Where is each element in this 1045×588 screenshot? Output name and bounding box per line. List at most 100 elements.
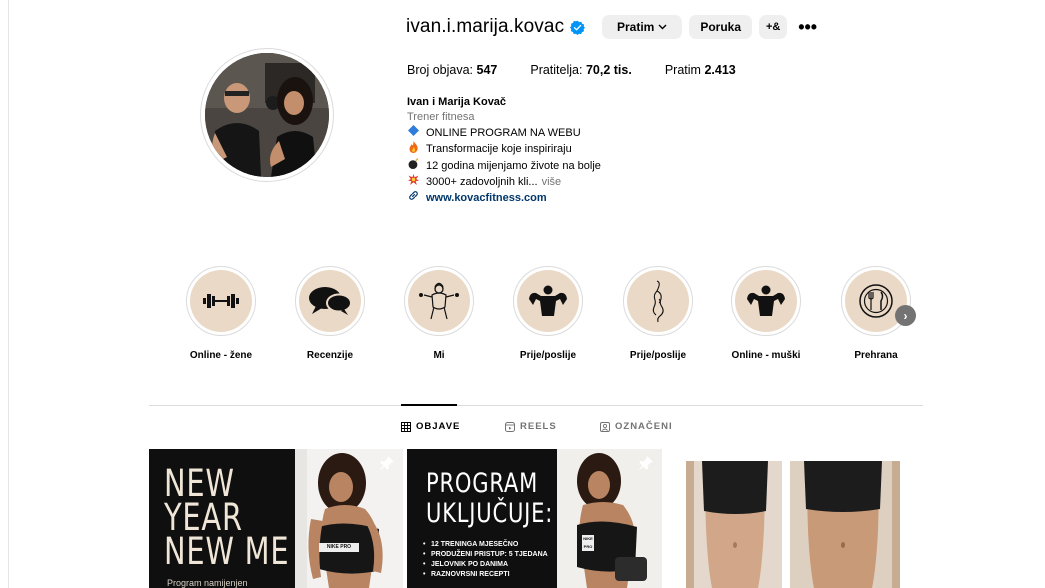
post-headline: PROGRAM UKLJUČUJE: xyxy=(426,469,553,529)
speech-bubbles-icon xyxy=(309,287,352,315)
muscle-torso-icon xyxy=(529,285,567,316)
post-thumbnail-program[interactable]: NIKE PRO PROGRAM UKLJUČUJE: 12 TRENINGA … xyxy=(407,449,662,588)
bomb-icon xyxy=(407,158,420,174)
highlight-cover xyxy=(190,270,252,332)
tab-reels-label: REELS xyxy=(520,421,557,432)
highlight-label: Online - muški xyxy=(731,350,801,361)
profile-category: Trener fitnesa xyxy=(407,111,475,123)
post-headline-line: PROGRAM xyxy=(426,468,539,499)
post-thumbnail-new-year[interactable]: NIKE PRO NEW YEAR NEW ME Program namijen… xyxy=(149,449,403,588)
highlight-cover xyxy=(299,270,361,332)
reels-icon xyxy=(505,421,515,432)
bio-line-text: Transformacije koje inspiriraju xyxy=(426,143,572,155)
post-photo xyxy=(666,449,923,588)
highlight-prije-poslije-2[interactable]: Prije/poslije xyxy=(618,266,698,361)
avatar-photo xyxy=(205,53,329,177)
highlight-label: Prije/poslije xyxy=(519,350,577,361)
bio-line-text: 3000+ zadovoljnih kli... xyxy=(426,175,538,188)
highlight-ring xyxy=(841,266,911,336)
post-feature-item: RAZNOVRSNI RECEPTI xyxy=(423,570,573,580)
female-silhouette-icon xyxy=(652,280,664,323)
following-button-label: Pratim xyxy=(617,20,655,34)
highlight-label: Recenzije xyxy=(306,350,354,361)
bio-line: Transformacije koje inspiriraju xyxy=(407,141,601,158)
profile-tabs: OBJAVE REELS OZNAČENI xyxy=(0,421,1045,435)
highlight-mi[interactable]: Mi xyxy=(399,266,479,361)
plate-cutlery-icon xyxy=(859,284,893,318)
highlight-ring xyxy=(404,266,474,336)
profile-username[interactable]: ivan.i.marija.kovac xyxy=(406,16,564,38)
tab-posts-label: OBJAVE xyxy=(416,421,461,432)
highlight-online-muski[interactable]: Online - muški xyxy=(726,266,806,361)
profile-stats: Broj objava: 547 Pratitelja: 70,2 tis. P… xyxy=(407,63,769,77)
highlight-ring xyxy=(731,266,801,336)
fire-icon xyxy=(407,141,420,158)
couple-icon xyxy=(419,282,459,320)
tab-reels[interactable]: REELS xyxy=(505,421,557,432)
stat-following[interactable]: Pratim 2.413 xyxy=(665,63,736,77)
suggest-people-button[interactable]: +& xyxy=(759,15,788,39)
bio-line: 3000+ zadovoljnih kli... više xyxy=(407,174,601,190)
highlight-online-zene[interactable]: Online - žene xyxy=(181,266,261,361)
pinned-post-icon xyxy=(639,456,653,470)
highlight-prije-poslije-1[interactable]: Prije/poslije xyxy=(508,266,588,361)
tab-tagged[interactable]: OZNAČENI xyxy=(600,421,673,432)
profile-avatar[interactable] xyxy=(200,48,334,182)
highlight-label: Online - žene xyxy=(189,350,253,361)
stat-posts-value: 547 xyxy=(476,63,498,77)
tagged-icon xyxy=(600,421,610,432)
grid-icon xyxy=(401,421,411,432)
following-button[interactable]: Pratim xyxy=(602,15,683,39)
stat-followers-label: Pratitelja: xyxy=(530,63,583,77)
tab-tagged-label: OZNAČENI xyxy=(615,421,673,432)
highlights-next-arrow-icon[interactable]: › xyxy=(895,305,916,326)
post-subtitle: Program namijenjen xyxy=(167,578,248,588)
highlight-cover xyxy=(517,270,579,332)
highlight-label: Prehrana xyxy=(854,350,898,361)
collision-icon xyxy=(407,174,420,190)
post-thumbnail-before-after[interactable] xyxy=(666,449,923,588)
post-headline-line: UKLJUČUJE: xyxy=(426,498,554,529)
highlight-recenzije[interactable]: Recenzije xyxy=(290,266,370,361)
tabs-divider xyxy=(149,405,923,406)
posts-grid: NIKE PRO NEW YEAR NEW ME Program namijen… xyxy=(149,449,923,588)
bio-line: 12 godina mijenjamo živote na bolje xyxy=(407,158,601,174)
highlight-cover xyxy=(408,270,470,332)
highlight-cover xyxy=(735,270,797,332)
dumbbell-icon xyxy=(203,294,239,308)
profile-full-name: Ivan i Marija Kovač xyxy=(407,96,507,108)
story-highlights: Online - žene Recenzije Mi Prije/poslije… xyxy=(186,266,926,366)
pinned-post-icon xyxy=(380,456,394,470)
link-icon xyxy=(407,190,420,206)
profile-website-link[interactable]: www.kovacfitness.com xyxy=(426,191,547,206)
bio-line-text: ONLINE PROGRAM NA WEBU xyxy=(426,126,581,139)
shirt-brand-label: NIKE PRO xyxy=(582,535,594,551)
message-button[interactable]: Poruka xyxy=(689,15,753,39)
stat-following-label: Pratim xyxy=(664,63,701,77)
bio-line-text: 12 godina mijenjamo živote na bolje xyxy=(426,159,601,172)
highlight-ring xyxy=(186,266,256,336)
muscle-torso-icon xyxy=(747,285,785,316)
stat-following-value: 2.413 xyxy=(704,63,736,77)
verified-badge-icon xyxy=(570,20,586,35)
profile-header-row: ivan.i.marija.kovac Pratim Poruka +& ••• xyxy=(406,14,817,40)
page-left-border xyxy=(8,0,9,588)
post-headline: NEW YEAR NEW ME xyxy=(164,465,289,570)
tab-posts[interactable]: OBJAVE xyxy=(401,421,460,432)
stat-posts: Broj objava: 547 xyxy=(407,63,497,77)
more-options-icon[interactable]: ••• xyxy=(798,18,817,36)
post-feature-list: 12 TRENINGA MJESEČNO PRODUŽENI PRISTUP: … xyxy=(423,540,573,580)
stat-posts-label: Broj objava: xyxy=(407,63,474,77)
bio-more-link[interactable]: više xyxy=(542,175,562,190)
highlight-label: Mi xyxy=(433,350,445,361)
highlight-ring xyxy=(295,266,365,336)
highlight-cover xyxy=(627,270,689,332)
bio-link-row: www.kovacfitness.com xyxy=(407,190,601,206)
blue-diamond-icon xyxy=(407,125,420,141)
stat-followers[interactable]: Pratitelja: 70,2 tis. xyxy=(530,63,631,77)
post-feature-item: PRODUŽENI PRISTUP: 5 TJEDANA xyxy=(423,550,573,560)
add-person-icon: +& xyxy=(766,21,781,33)
stat-followers-value: 70,2 tis. xyxy=(585,63,632,77)
chevron-down-icon xyxy=(658,22,667,32)
shirt-brand-label: NIKE PRO xyxy=(319,543,359,552)
